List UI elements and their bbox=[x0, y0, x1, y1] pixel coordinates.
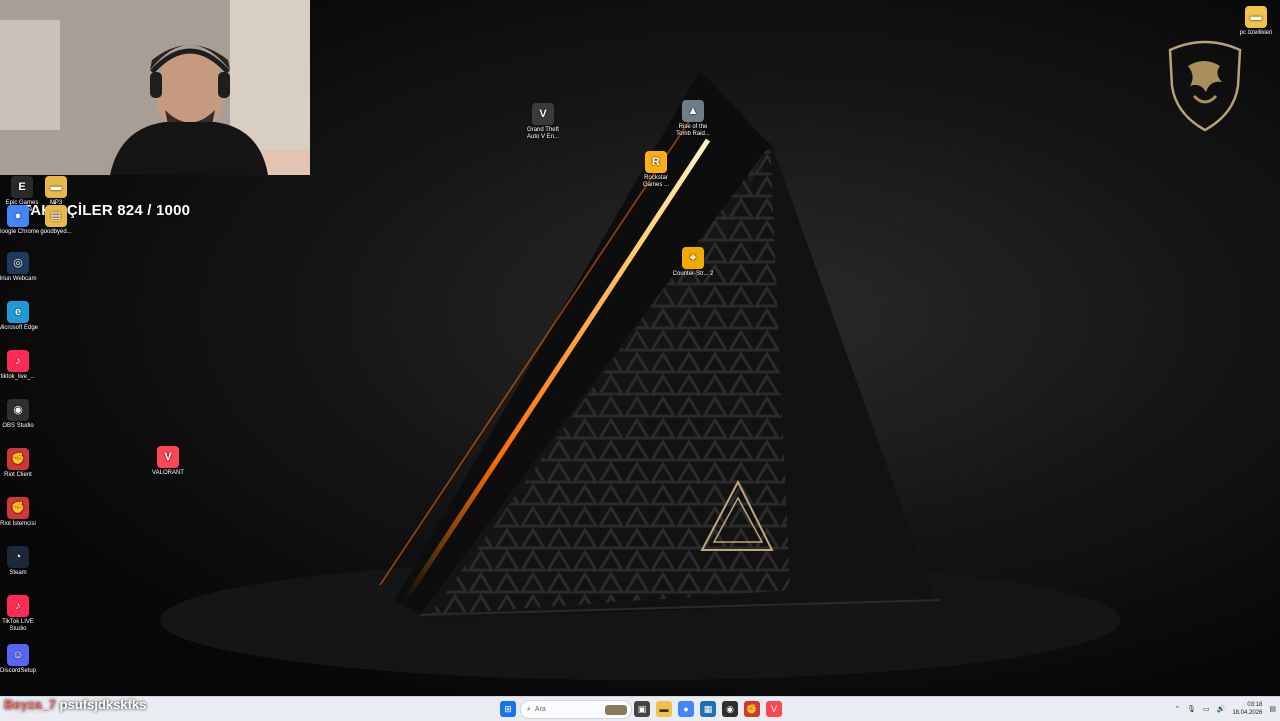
shortcut-label: Microsoft Edge bbox=[0, 325, 39, 331]
start-button[interactable]: ⊞ bbox=[500, 701, 516, 717]
desktop-shortcut[interactable]: V VALORANT bbox=[146, 446, 190, 477]
windows-icon: ⊞ bbox=[504, 703, 512, 714]
cs2-icon: ⌖ bbox=[682, 247, 704, 269]
chrome-taskbar-button[interactable]: ● bbox=[678, 701, 694, 717]
rockstar-icon: R bbox=[645, 151, 667, 173]
shortcut-label: TikTok LIVE Studio bbox=[2, 619, 34, 632]
shortcut-label: goodbyed... bbox=[40, 229, 72, 235]
clock-date: 18.04.2026 bbox=[1232, 710, 1263, 716]
gta-v-icon: V bbox=[532, 103, 554, 125]
volume-icon[interactable]: 🔊 bbox=[1217, 705, 1226, 713]
desktop-shortcut[interactable]: ♪ TikTok LIVE Studio bbox=[0, 595, 40, 633]
desktop-shortcut[interactable]: ⌖ Counter-Str... 2 bbox=[671, 247, 715, 278]
desktop-shortcut[interactable]: V Grand Theft Auto V En... bbox=[521, 103, 565, 141]
valorant-taskbar-button[interactable]: V bbox=[766, 701, 782, 717]
discord-icon: ☺ bbox=[7, 644, 29, 666]
shortcut-label: OBS Studio bbox=[2, 423, 34, 429]
taskbar: ⊞ ⌕ Ara ▣ ▬ ● ▦ ◉ ✊ V ⌃ 🎙 ▭ 🔊 03:18 18.0… bbox=[0, 696, 1280, 721]
riot-taskbar-button[interactable]: ✊ bbox=[744, 701, 760, 717]
desktop-shortcut[interactable]: ☺ DiscordSetup bbox=[0, 644, 40, 675]
shortcut-label: Riot Client bbox=[4, 472, 32, 478]
streamer-webcam-image bbox=[0, 0, 310, 175]
steam-icon: ◔ bbox=[7, 546, 29, 568]
folder-icon: ▬ bbox=[659, 704, 669, 714]
shortcut-label: Iriun Webcam bbox=[0, 276, 37, 282]
chevron-up-icon[interactable]: ⌃ bbox=[1174, 705, 1180, 713]
desktop-shortcut[interactable]: e Microsoft Edge bbox=[0, 301, 40, 332]
store-taskbar-button[interactable]: ▦ bbox=[700, 701, 716, 717]
task-view-button[interactable]: ▣ bbox=[634, 701, 650, 717]
taskbar-search[interactable]: ⌕ Ara bbox=[520, 700, 632, 719]
valorant-icon: V bbox=[157, 446, 179, 468]
chrome-icon: ● bbox=[7, 205, 29, 227]
system-tray: ⌃ 🎙 ▭ 🔊 03:18 18.04.2026 ▤ bbox=[1174, 699, 1276, 719]
riot-client-icon: ✊ bbox=[746, 703, 758, 714]
desktop-shortcut[interactable]: ▬ MP3 bbox=[34, 176, 78, 207]
shortcut-label: DiscordSetup bbox=[0, 668, 37, 674]
search-placeholder: Ara bbox=[534, 706, 546, 713]
store-icon: ▦ bbox=[703, 703, 713, 714]
file-icon: ▤ bbox=[45, 205, 67, 227]
shortcut-label: VALORANT bbox=[152, 470, 184, 476]
desktop: TAKİPÇİLER 824 / 1000 EEpic Games Launch… bbox=[0, 0, 1280, 696]
microphone-icon[interactable]: 🎙 bbox=[1187, 705, 1196, 713]
riot-client-icon: ✊ bbox=[7, 497, 29, 519]
desktop-shortcut[interactable]: ▲ Rise of the Tomb Raid... bbox=[671, 100, 715, 138]
riot-client-icon: ✊ bbox=[7, 448, 29, 470]
desktop-shortcut[interactable]: ▬ pc özellikleri bbox=[1234, 6, 1278, 37]
desktop-shortcut[interactable]: ♪ tiktok_live_... bbox=[0, 350, 40, 381]
tiktok-icon: ♪ bbox=[7, 350, 29, 372]
obs-icon: ◉ bbox=[726, 703, 734, 714]
search-icon: ⌕ bbox=[527, 705, 531, 713]
desktop-shortcut[interactable]: R Rockstar Games ... bbox=[634, 151, 678, 189]
tiktok-live-icon: ♪ bbox=[7, 595, 29, 617]
desktop-shortcut[interactable]: ✊ Riot Client bbox=[0, 448, 40, 479]
desktop-shortcut[interactable]: ◉ OBS Studio bbox=[0, 399, 40, 430]
folder-icon: ▬ bbox=[45, 176, 67, 198]
iriun-webcam-icon: ◎ bbox=[7, 252, 29, 274]
tomb-raider-icon: ▲ bbox=[682, 100, 704, 122]
desktop-shortcut[interactable]: ◔ Steam bbox=[0, 546, 40, 577]
epic-games-icon: E bbox=[11, 176, 33, 198]
desktop-shortcut[interactable]: ◎ Iriun Webcam bbox=[0, 252, 40, 283]
desktop-shortcut[interactable]: ✊ Riot İstemcisi bbox=[0, 497, 40, 528]
chat-subtext: çok sevdim bbox=[14, 709, 45, 715]
task-view-icon: ▣ bbox=[637, 703, 647, 714]
shortcut-label: Riot İstemcisi bbox=[0, 521, 36, 527]
notification-icon[interactable]: ▤ bbox=[1269, 705, 1276, 713]
edge-icon: e bbox=[7, 301, 29, 323]
obs-taskbar-button[interactable]: ◉ bbox=[722, 701, 738, 717]
clock[interactable]: 03:18 18.04.2026 bbox=[1232, 701, 1262, 717]
msi-dragon-logo-icon bbox=[1168, 40, 1242, 132]
valorant-icon: V bbox=[770, 704, 777, 714]
clock-time: 03:18 bbox=[1247, 702, 1263, 708]
shortcut-label: Steam bbox=[9, 570, 27, 576]
chat-message: psufsjdkskfks bbox=[59, 697, 147, 712]
desktop-shortcut[interactable]: ▤ goodbyed... bbox=[34, 205, 78, 236]
search-highlight-icon bbox=[605, 704, 627, 715]
chrome-icon: ● bbox=[683, 704, 689, 714]
shortcut-label: Grand Theft Auto V En... bbox=[526, 127, 560, 140]
network-icon[interactable]: ▭ bbox=[1203, 705, 1210, 713]
shortcut-label: Rise of the Tomb Raid... bbox=[676, 124, 710, 137]
shortcut-label: Rockstar Games ... bbox=[642, 175, 669, 188]
obs-icon: ◉ bbox=[7, 399, 29, 421]
shortcut-label: Counter-Str... 2 bbox=[672, 271, 714, 277]
shortcut-label: tiktok_live_... bbox=[0, 374, 36, 380]
webcam-overlay bbox=[0, 0, 310, 175]
file-explorer-button[interactable]: ▬ bbox=[656, 701, 672, 717]
folder-icon: ▬ bbox=[1245, 6, 1267, 28]
